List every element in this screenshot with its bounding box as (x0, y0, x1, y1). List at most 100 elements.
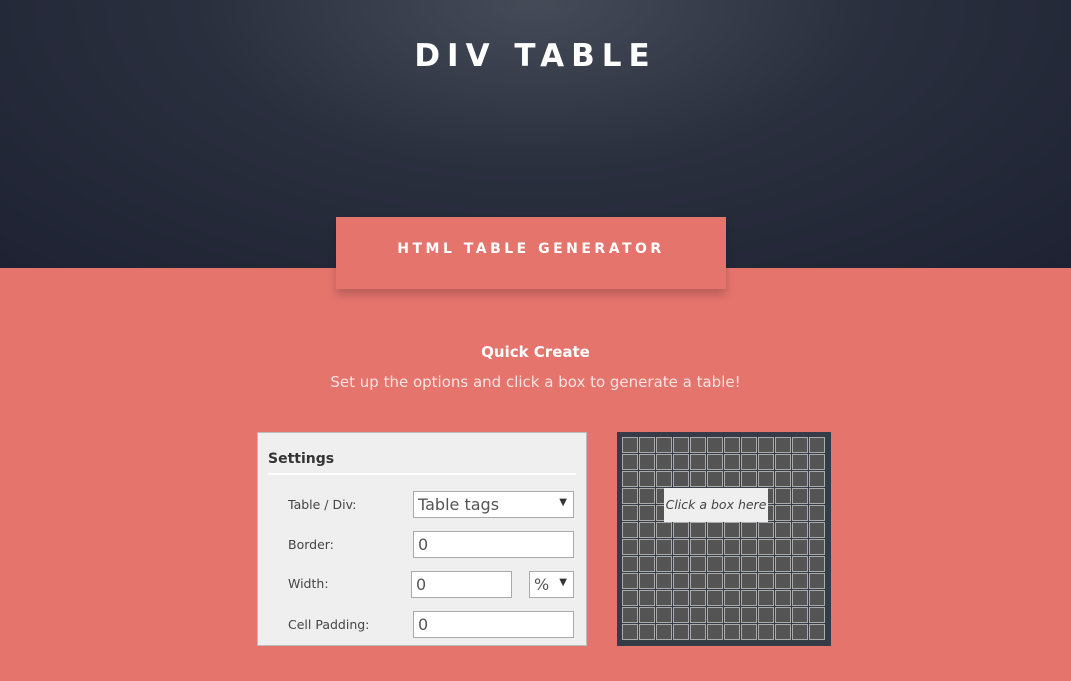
grid-cell[interactable] (741, 437, 757, 453)
grid-cell[interactable] (673, 624, 689, 640)
grid-cell[interactable] (656, 573, 672, 589)
grid-cell[interactable] (724, 437, 740, 453)
grid-cell[interactable] (792, 454, 808, 470)
grid-cell[interactable] (809, 471, 825, 487)
grid-cell[interactable] (690, 454, 706, 470)
grid-cell[interactable] (690, 556, 706, 572)
grid-cell[interactable] (775, 488, 791, 504)
grid-cell[interactable] (775, 624, 791, 640)
grid-cell[interactable] (809, 522, 825, 538)
grid-cell[interactable] (639, 607, 655, 623)
grid-cell[interactable] (775, 454, 791, 470)
grid-cell[interactable] (690, 522, 706, 538)
grid-cell[interactable] (741, 607, 757, 623)
grid-cell[interactable] (707, 539, 723, 555)
grid-cell[interactable] (724, 607, 740, 623)
grid-cell[interactable] (673, 556, 689, 572)
grid-cell[interactable] (758, 573, 774, 589)
grid-cell[interactable] (792, 539, 808, 555)
grid-cell[interactable] (809, 556, 825, 572)
grid-cell[interactable] (673, 590, 689, 606)
grid-cell[interactable] (673, 539, 689, 555)
grid-cell[interactable] (690, 437, 706, 453)
grid-cell[interactable] (809, 454, 825, 470)
grid-cell[interactable] (741, 590, 757, 606)
grid-cell[interactable] (673, 607, 689, 623)
grid-cell[interactable] (639, 505, 655, 521)
grid-cell[interactable] (741, 454, 757, 470)
grid-cell[interactable] (809, 539, 825, 555)
grid-cell[interactable] (622, 488, 638, 504)
grid-cell[interactable] (690, 471, 706, 487)
grid-cell[interactable] (775, 590, 791, 606)
grid-cell[interactable] (673, 437, 689, 453)
grid-cell[interactable] (724, 539, 740, 555)
grid-cell[interactable] (639, 522, 655, 538)
grid-cell[interactable] (758, 607, 774, 623)
grid-cell[interactable] (724, 556, 740, 572)
grid-cell[interactable] (758, 624, 774, 640)
grid-cell[interactable] (707, 437, 723, 453)
grid-cell[interactable] (656, 556, 672, 572)
grid-cell[interactable] (741, 471, 757, 487)
grid-cell[interactable] (690, 539, 706, 555)
grid-cell[interactable] (656, 624, 672, 640)
width-input[interactable]: 0 (411, 571, 512, 598)
border-input[interactable]: 0 (413, 531, 574, 558)
grid-cell[interactable] (775, 471, 791, 487)
grid-cell[interactable] (656, 590, 672, 606)
grid-cell[interactable] (639, 437, 655, 453)
grid-cell[interactable] (707, 522, 723, 538)
grid-cell[interactable] (775, 607, 791, 623)
grid-cell[interactable] (792, 522, 808, 538)
grid-cell[interactable] (639, 624, 655, 640)
table-div-select[interactable]: Table tags ▼ (413, 491, 574, 518)
grid-cell[interactable] (673, 471, 689, 487)
grid-cell[interactable] (724, 454, 740, 470)
grid-cell[interactable] (741, 522, 757, 538)
grid-cell[interactable] (622, 471, 638, 487)
grid-cell[interactable] (639, 573, 655, 589)
grid-cell[interactable] (792, 590, 808, 606)
grid-cell[interactable] (673, 522, 689, 538)
grid-cell[interactable] (792, 437, 808, 453)
grid-cell[interactable] (639, 539, 655, 555)
grid-cell[interactable] (690, 624, 706, 640)
grid-cell[interactable] (741, 556, 757, 572)
grid-cell[interactable] (775, 573, 791, 589)
grid-cell[interactable] (639, 471, 655, 487)
tab-html-table-generator[interactable]: HTML TABLE GENERATOR (336, 217, 726, 289)
grid-cell[interactable] (622, 590, 638, 606)
grid-cell[interactable] (775, 522, 791, 538)
grid-cell[interactable] (775, 556, 791, 572)
grid-cell[interactable] (656, 454, 672, 470)
grid-cell[interactable] (809, 607, 825, 623)
grid-cell[interactable] (792, 607, 808, 623)
grid-cell[interactable] (775, 505, 791, 521)
grid-cell[interactable] (707, 607, 723, 623)
grid-cell[interactable] (758, 454, 774, 470)
grid-cell[interactable] (792, 488, 808, 504)
grid-cell[interactable] (809, 624, 825, 640)
grid-cell[interactable] (758, 471, 774, 487)
grid-cell[interactable] (724, 471, 740, 487)
grid-cell[interactable] (622, 556, 638, 572)
grid-cell[interactable] (690, 590, 706, 606)
grid-cell[interactable] (707, 454, 723, 470)
grid-cell[interactable] (707, 471, 723, 487)
grid-cell[interactable] (673, 573, 689, 589)
cell-padding-input[interactable]: 0 (413, 611, 574, 638)
grid-cell[interactable] (724, 522, 740, 538)
grid-cell[interactable] (775, 539, 791, 555)
grid-cell[interactable] (758, 437, 774, 453)
grid-cell[interactable] (622, 607, 638, 623)
grid-cell[interactable] (622, 539, 638, 555)
width-unit-select[interactable]: % ▼ (529, 571, 574, 598)
grid-cell[interactable] (707, 624, 723, 640)
grid-cell[interactable] (707, 556, 723, 572)
grid-cell[interactable] (707, 590, 723, 606)
grid-cell[interactable] (724, 573, 740, 589)
grid-cell[interactable] (724, 624, 740, 640)
grid-cell[interactable] (741, 539, 757, 555)
grid-cell[interactable] (809, 505, 825, 521)
